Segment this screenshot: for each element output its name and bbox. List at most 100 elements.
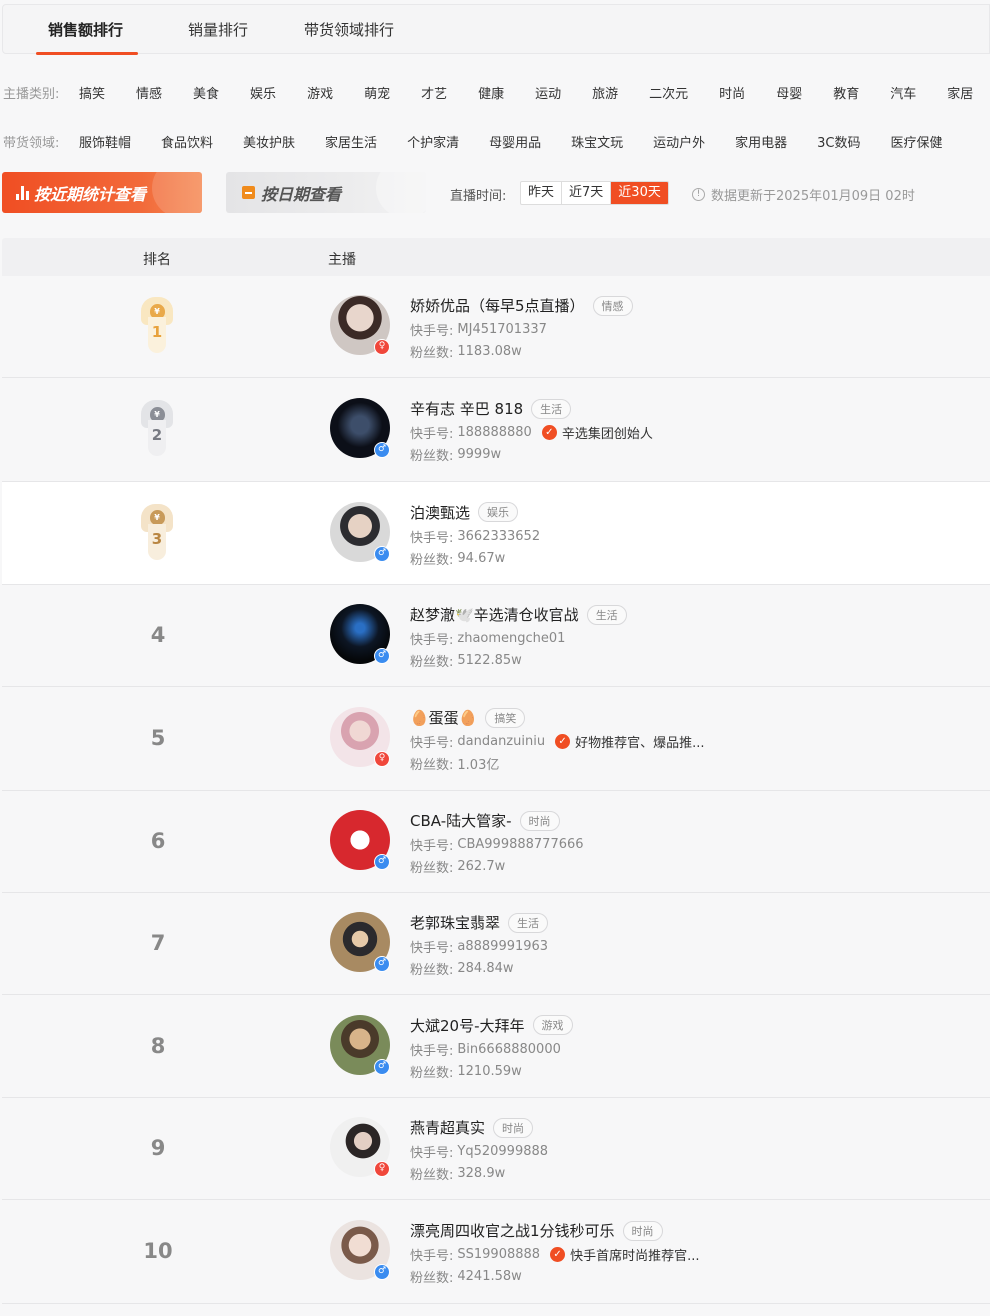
header-streamer: 主播 (328, 252, 356, 268)
category-item[interactable]: 美食 (193, 83, 219, 102)
streamer-name[interactable]: CBA-陆大管家- (410, 810, 512, 831)
fans-line: 粉丝数: 262.7w (410, 857, 505, 876)
kuaishou-id-line: 快手号: a8889991963 (410, 937, 548, 956)
category-tag: 生活 (508, 912, 549, 933)
range-7-days[interactable]: 近7天 (562, 182, 612, 204)
category-item[interactable]: 二次元 (649, 83, 688, 102)
kuaishou-id: MJ451701337 (457, 322, 547, 337)
streamer-name[interactable]: 🥚蛋蛋🥚 (410, 707, 477, 728)
category-item[interactable]: 情感 (136, 83, 162, 102)
rank-number: 2 (148, 420, 166, 456)
category-item[interactable]: 搞笑 (79, 83, 105, 102)
range-30-days[interactable]: 近30天 (611, 182, 668, 204)
domain-item[interactable]: 食品饮料 (161, 132, 213, 151)
male-icon: ♂ (374, 545, 390, 562)
category-item[interactable]: 萌宠 (364, 83, 390, 102)
table-row[interactable]: 6 ♂ CBA-陆大管家- 时尚 快手号: CBA999888777666 粉丝… (2, 791, 990, 893)
male-icon: ♂ (374, 854, 390, 870)
fans-line: 粉丝数: 5122.85w (410, 651, 522, 670)
fans-label: 粉丝数: (410, 758, 454, 773)
domain-item[interactable]: 珠宝文玩 (571, 132, 623, 151)
tab-domain-ranking[interactable]: 带货领域排行 (304, 19, 394, 40)
header-rank: 排名 (143, 252, 171, 268)
category-item[interactable]: 娱乐 (250, 83, 276, 102)
info-icon: ! (692, 188, 705, 201)
streamer-name[interactable]: 漂亮周四收官之战1分钱秒可乐 (410, 1220, 615, 1241)
male-icon: ♂ (374, 648, 390, 664)
domain-item[interactable]: 家用电器 (735, 132, 787, 151)
table-row[interactable]: ¥ 1 ♀ 娇娇优品（每早5点直播） 情感 快手号: MJ451701337 粉… (2, 276, 990, 378)
rank-medal-icon: ¥ 2 (140, 400, 174, 458)
fans-count: 9999w (457, 447, 502, 462)
by-date-label: 按日期查看 (261, 184, 342, 204)
rank-number: 8 (150, 1033, 166, 1058)
domain-item[interactable]: 运动户外 (653, 132, 705, 151)
table-row[interactable]: ¥ 2 ♂ 辛有志 辛巴 818 生活 快手号: 188888880 ✓ 辛选集团… (2, 378, 990, 482)
kuaishou-id-label: 快手号: (410, 941, 454, 956)
table-row[interactable]: 9 ♀ 燕青超真实 时尚 快手号: Yq520999888 粉丝数: 328.9… (2, 1098, 990, 1200)
streamer-name[interactable]: 辛有志 辛巴 818 (410, 398, 523, 419)
category-tag: 生活 (531, 398, 572, 419)
fans-label: 粉丝数: (410, 449, 454, 464)
kuaishou-id-line: 快手号: 3662333652 (410, 527, 540, 546)
category-item[interactable]: 才艺 (421, 83, 447, 102)
time-range-selector: 昨天 近7天 近30天 (520, 181, 669, 205)
streamer-name-line: 辛有志 辛巴 818 生活 (410, 398, 572, 419)
fans-count: 94.67w (457, 550, 506, 566)
kuaishou-id: zhaomengche01 (457, 631, 566, 646)
kuaishou-id-line: 快手号: 188888880 ✓ 辛选集团创始人 (410, 423, 653, 442)
table-row[interactable]: 7 ♂ 老郭珠宝翡翠 生活 快手号: a8889991963 粉丝数: 284.… (2, 893, 990, 995)
category-item[interactable]: 健康 (478, 83, 504, 102)
category-item[interactable]: 家居 (947, 83, 973, 102)
domain-item[interactable]: 服饰鞋帽 (79, 132, 131, 151)
category-item[interactable]: 母婴 (776, 83, 802, 102)
streamer-name[interactable]: 燕青超真实 (410, 1117, 485, 1138)
streamer-name[interactable]: 大斌20号-大拜年 (410, 1015, 525, 1036)
domain-item[interactable]: 美妆护肤 (243, 132, 295, 151)
streamer-name[interactable]: 赵梦澈🕊️辛选清仓收官战 (410, 604, 579, 625)
category-item[interactable]: 游戏 (307, 83, 333, 102)
kuaishou-id: SS19908888 (457, 1247, 541, 1262)
fans-count: 262.7w (457, 859, 506, 874)
table-row[interactable]: 10 ♂ 漂亮周四收官之战1分钱秒可乐 时尚 快手号: SS19908888 ✓… (2, 1200, 990, 1304)
kuaishou-id-label: 快手号: (410, 839, 454, 854)
fans-line: 粉丝数: 1183.08w (410, 342, 522, 361)
category-item[interactable]: 旅游 (592, 83, 618, 102)
fans-line: 粉丝数: 284.84w (410, 959, 514, 978)
table-row[interactable]: 4 ♂ 赵梦澈🕊️辛选清仓收官战 生活 快手号: zhaomengche01 粉… (2, 585, 990, 687)
domain-item[interactable]: 个护家清 (407, 132, 459, 151)
category-item[interactable]: 运动 (535, 83, 561, 102)
bar-chart-icon (16, 185, 29, 200)
streamer-name-line: 燕青超真实 时尚 (410, 1117, 534, 1138)
kuaishou-id-line: 快手号: CBA999888777666 (410, 835, 584, 854)
table-row[interactable]: 8 ♂ 大斌20号-大拜年 游戏 快手号: Bin6668880000 粉丝数:… (2, 995, 990, 1098)
range-yesterday[interactable]: 昨天 (521, 182, 563, 204)
by-date-button[interactable]: 按日期查看 (226, 172, 426, 213)
streamer-name[interactable]: 泊澳甄选 (410, 502, 470, 523)
fans-label: 粉丝数: (410, 346, 454, 361)
tab-sales-amount[interactable]: 销售额排行 (48, 19, 123, 40)
fans-count: 1183.08w (457, 344, 522, 359)
verified-badge: ✓ 辛选集团创始人 (541, 423, 653, 442)
domain-item[interactable]: 医疗保健 (891, 132, 943, 151)
male-icon: ♂ (374, 1058, 390, 1075)
fans-label: 粉丝数: (410, 552, 454, 568)
category-item[interactable]: 时尚 (719, 83, 745, 102)
kuaishou-id-line: 快手号: dandanzuiniu ✓ 好物推荐官、爆品推... (410, 732, 704, 751)
active-tab-indicator (36, 52, 138, 55)
rank-number: 10 (143, 1239, 173, 1263)
table-row[interactable]: 5 ♀ 🥚蛋蛋🥚 搞笑 快手号: dandanzuiniu ✓ 好物推荐官、爆品推… (2, 687, 990, 791)
streamer-name[interactable]: 娇娇优品（每早5点直播） (410, 295, 585, 316)
category-item[interactable]: 教育 (833, 83, 859, 102)
tab-sales-volume[interactable]: 销量排行 (188, 19, 248, 40)
domain-item[interactable]: 母婴用品 (489, 132, 541, 151)
domain-item[interactable]: 家居生活 (325, 132, 377, 151)
category-item[interactable]: 汽车 (890, 83, 916, 102)
table-row[interactable]: ¥ 3 ♂ 泊澳甄选 娱乐 快手号: 3662333652 粉丝数: 94.67… (2, 482, 990, 585)
recent-stats-button[interactable]: 按近期统计查看 (2, 172, 202, 213)
domain-item[interactable]: 3C数码 (817, 132, 860, 151)
streamer-name-line: 老郭珠宝翡翠 生活 (410, 912, 549, 933)
streamer-name[interactable]: 老郭珠宝翡翠 (410, 912, 500, 933)
rank-medal-icon: ¥ 3 (140, 503, 174, 562)
category-tag: 时尚 (622, 1220, 663, 1241)
